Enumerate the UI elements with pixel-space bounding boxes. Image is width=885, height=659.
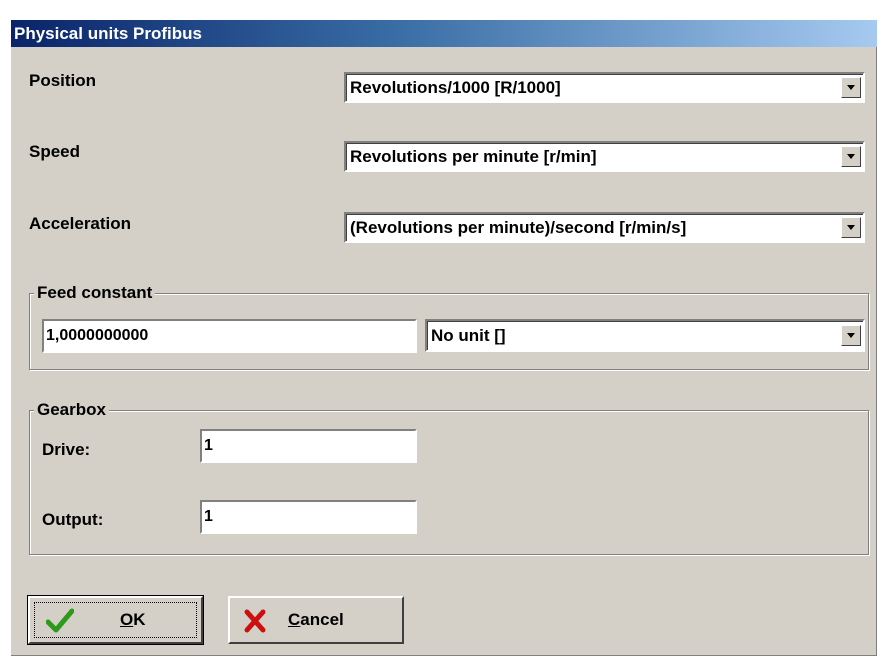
acceleration-combo[interactable]: (Revolutions per minute)/second [r/min/s…: [344, 212, 865, 243]
feed-constant-title: Feed constant: [34, 283, 156, 303]
feed-constant-input[interactable]: 1,0000000000: [42, 319, 417, 353]
physical-units-dialog: Physical units Profibus Position Revolut…: [11, 20, 877, 656]
dropdown-arrow-icon[interactable]: [841, 77, 861, 98]
ok-mnemonic: O: [120, 610, 134, 629]
feed-unit-combo[interactable]: No unit []: [425, 319, 865, 352]
gearbox-title: Gearbox: [34, 400, 109, 420]
cancel-button[interactable]: Cancel: [228, 596, 404, 644]
ok-button[interactable]: OK: [27, 595, 204, 645]
feed-unit-value: No unit []: [431, 326, 506, 345]
drive-input[interactable]: 1: [200, 429, 417, 463]
drive-label: Drive:: [42, 440, 91, 459]
position-combo[interactable]: Revolutions/1000 [R/1000]: [344, 72, 865, 103]
ok-label: OK: [120, 610, 146, 630]
checkmark-icon: [46, 608, 74, 633]
gearbox-group: Gearbox: [29, 400, 869, 555]
output-input[interactable]: 1: [200, 500, 417, 534]
speed-combo[interactable]: Revolutions per minute [r/min]: [344, 141, 865, 172]
dropdown-arrow-icon[interactable]: [841, 146, 861, 167]
speed-value: Revolutions per minute [r/min]: [350, 147, 597, 166]
dialog-title: Physical units Profibus: [11, 20, 877, 47]
dropdown-arrow-icon[interactable]: [841, 217, 861, 238]
cancel-mnemonic: C: [288, 610, 301, 629]
ok-label-rest: K: [133, 610, 146, 629]
position-label: Position: [29, 71, 97, 90]
cancel-label-rest: ancel: [300, 610, 344, 629]
acceleration-label: Acceleration: [29, 214, 132, 233]
position-value: Revolutions/1000 [R/1000]: [350, 78, 561, 97]
acceleration-value: (Revolutions per minute)/second [r/min/s…: [350, 218, 687, 237]
cancel-label: Cancel: [288, 610, 344, 630]
speed-label: Speed: [29, 142, 81, 161]
dropdown-arrow-icon[interactable]: [841, 325, 861, 346]
output-label: Output:: [42, 510, 104, 529]
x-icon: [244, 609, 266, 633]
